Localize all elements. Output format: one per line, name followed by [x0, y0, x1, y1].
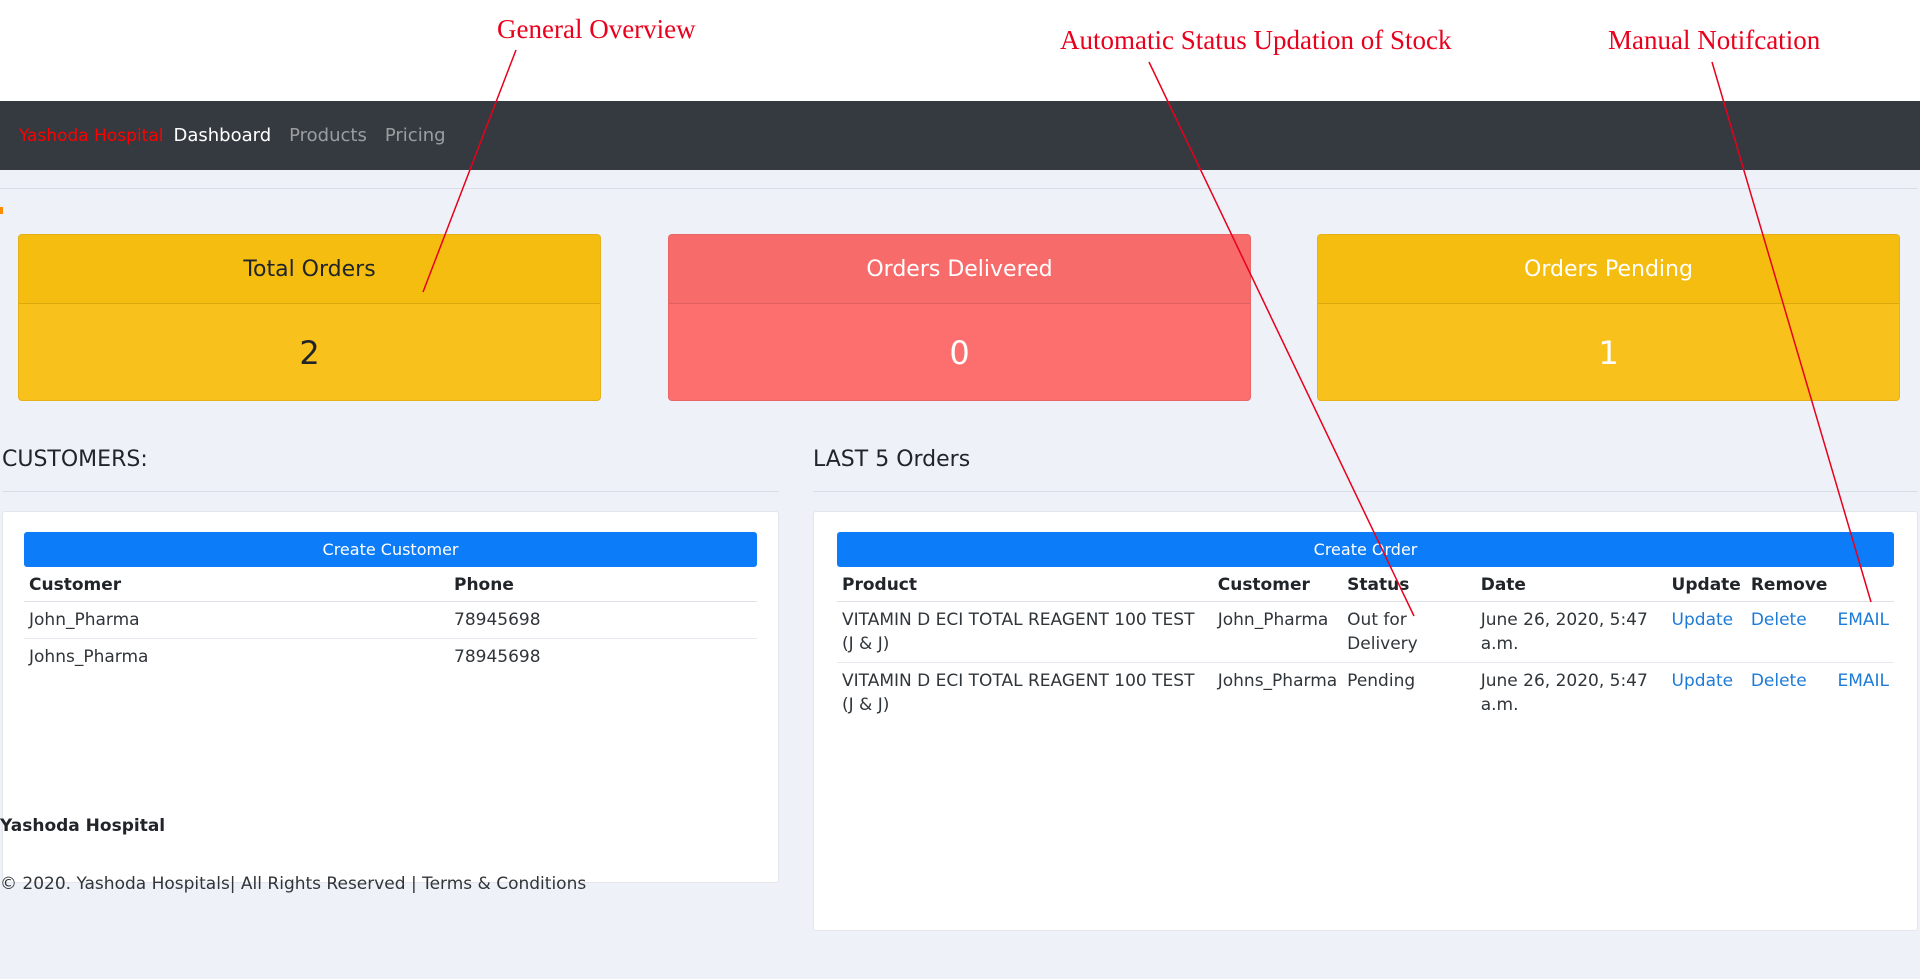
table-row: VITAMIN D ECI TOTAL REAGENT 100 TEST (J …: [837, 601, 1894, 663]
customers-table: Customer Phone John_Pharma 78945698 John…: [24, 569, 757, 675]
column-header-product: Product: [837, 569, 1213, 602]
orders-section-divider: [813, 491, 1918, 492]
table-header-row: Customer Phone: [24, 569, 757, 602]
column-header-customer: Customer: [1212, 569, 1343, 602]
order-status: Pending: [1342, 662, 1476, 723]
stat-card-total-orders: Total Orders 2: [18, 234, 601, 401]
annotation-layer: General Overview Automatic Status Updati…: [0, 0, 1920, 100]
navbar-brand[interactable]: Yashoda Hospital: [19, 126, 163, 146]
customer-name: John_Pharma: [24, 601, 449, 639]
order-product: VITAMIN D ECI TOTAL REAGENT 100 TEST (J …: [837, 662, 1213, 723]
create-customer-button[interactable]: Create Customer: [24, 532, 757, 567]
annotation-manual-notification: Manual Notifcation: [1608, 25, 1821, 55]
customer-name: Johns_Pharma: [24, 638, 449, 675]
customers-section-title: CUSTOMERS:: [2, 447, 148, 472]
page-content: Total Orders 2 Orders Delivered 0 Orders…: [0, 170, 1920, 979]
order-customer: Johns_Pharma: [1212, 662, 1343, 723]
stat-card-orders-delivered: Orders Delivered 0: [668, 234, 1251, 401]
stat-card-orders-pending: Orders Pending 1: [1317, 234, 1900, 401]
orders-table: Product Customer Status Date Update Remo…: [837, 569, 1894, 723]
customer-phone: 78945698: [449, 638, 757, 675]
nav-link-products[interactable]: Products: [289, 125, 367, 146]
column-header-update: Update: [1666, 569, 1746, 602]
stat-card-label: Total Orders: [19, 235, 600, 304]
stat-card-label: Orders Pending: [1318, 235, 1899, 304]
create-order-button[interactable]: Create Order: [837, 532, 1894, 567]
column-header-remove: Remove: [1745, 569, 1833, 602]
customers-section-divider: [2, 491, 779, 492]
order-delete-link[interactable]: Delete: [1751, 671, 1807, 691]
column-header-phone: Phone: [449, 569, 757, 602]
annotation-automatic-status: Automatic Status Updation of Stock: [1060, 25, 1452, 55]
order-update-link[interactable]: Update: [1672, 671, 1734, 691]
annotation-general-overview: General Overview: [497, 14, 696, 44]
stat-card-value: 1: [1598, 334, 1619, 372]
nav-link-dashboard[interactable]: Dashboard: [173, 125, 271, 146]
order-delete-link[interactable]: Delete: [1751, 610, 1807, 630]
order-date: June 26, 2020, 5:47 a.m.: [1475, 662, 1667, 723]
column-header-date: Date: [1475, 569, 1667, 602]
orders-section-title: LAST 5 Orders: [813, 447, 971, 472]
nav-link-pricing[interactable]: Pricing: [385, 125, 446, 146]
order-date: June 26, 2020, 5:47 a.m.: [1475, 601, 1667, 663]
stat-card-value: 0: [949, 334, 970, 372]
column-header-email: [1832, 569, 1894, 602]
table-header-row: Product Customer Status Date Update Remo…: [837, 569, 1894, 602]
footer-copyright: © 2020. Yashoda Hospitals| All Rights Re…: [0, 874, 587, 894]
stat-card-label: Orders Delivered: [669, 235, 1250, 304]
stat-card-value: 2: [299, 334, 320, 372]
order-email-link[interactable]: EMAIL: [1837, 610, 1889, 630]
customer-phone: 78945698: [449, 601, 757, 639]
table-row: VITAMIN D ECI TOTAL REAGENT 100 TEST (J …: [837, 662, 1894, 723]
column-header-customer: Customer: [24, 569, 449, 602]
edge-marker: [0, 207, 3, 214]
order-customer: John_Pharma: [1212, 601, 1343, 663]
column-header-status: Status: [1342, 569, 1476, 602]
order-status: Out for Delivery: [1342, 601, 1476, 663]
footer-title: Yashoda Hospital: [0, 816, 166, 836]
order-product: VITAMIN D ECI TOTAL REAGENT 100 TEST (J …: [837, 601, 1213, 663]
table-row: Johns_Pharma 78945698: [24, 638, 757, 675]
order-update-link[interactable]: Update: [1672, 610, 1734, 630]
order-email-link[interactable]: EMAIL: [1837, 671, 1889, 691]
top-navbar: Yashoda Hospital Dashboard Products Pric…: [0, 101, 1920, 170]
table-row: John_Pharma 78945698: [24, 601, 757, 639]
page-divider: [0, 188, 1918, 189]
